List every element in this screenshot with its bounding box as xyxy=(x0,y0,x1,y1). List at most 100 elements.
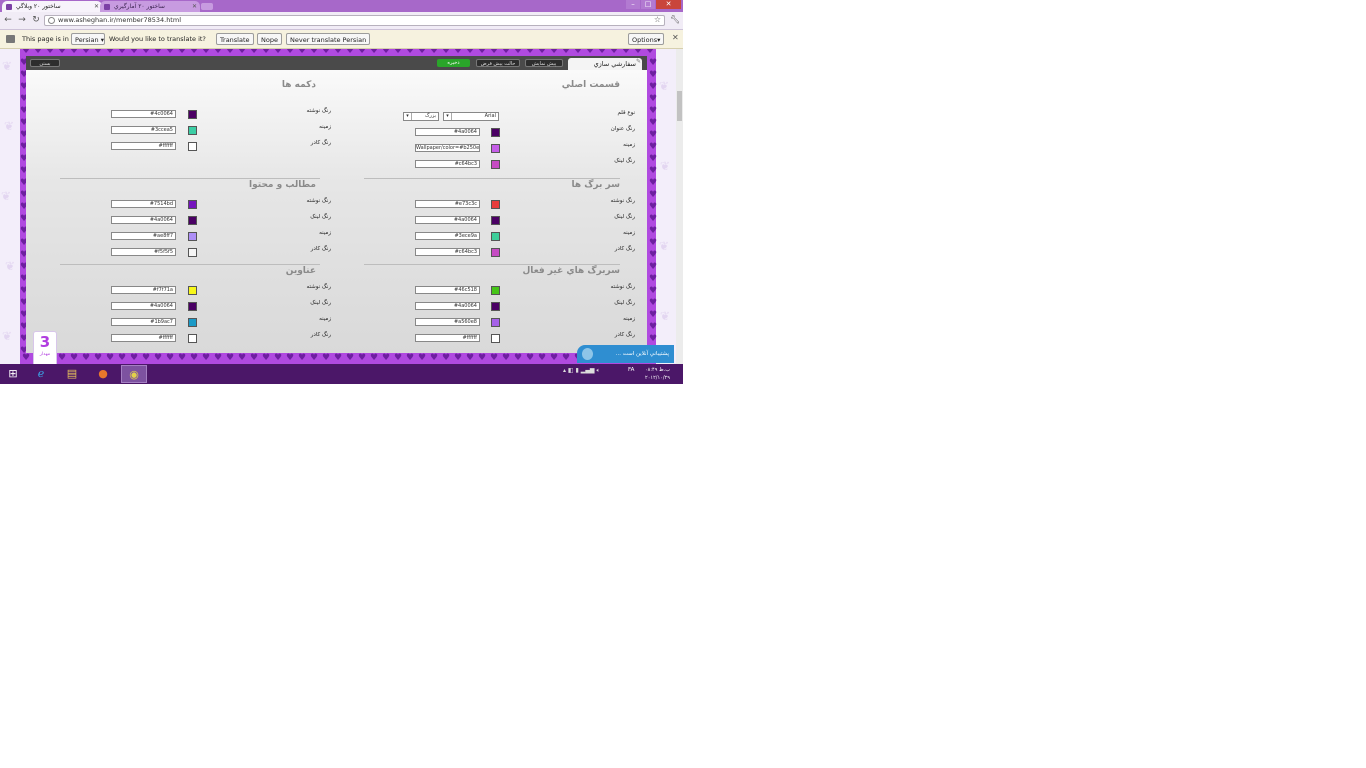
close-window-button[interactable]: ✕ xyxy=(656,0,681,9)
language-indicator[interactable]: FA xyxy=(628,367,634,374)
firefox-icon[interactable]: ● xyxy=(90,365,116,383)
system-tray-icons[interactable]: ▴ ◧ ▮ ▂▄▆ 🔈︎ xyxy=(563,367,600,375)
clock[interactable]: ۰۸:۴۹ ب.ظ ۲۰۱۲/۱۰/۲۹ xyxy=(645,366,670,382)
heart-decoration-icon: ♥ xyxy=(310,353,319,363)
color-swatch[interactable] xyxy=(491,318,500,327)
color-value-input[interactable]: #a560e8 xyxy=(415,318,480,326)
translate-button[interactable]: Translate xyxy=(216,33,254,45)
color-swatch[interactable] xyxy=(491,286,500,295)
file-explorer-icon[interactable]: ▤ xyxy=(59,365,85,383)
color-value-input[interactable]: #f5f5f5 xyxy=(111,248,176,256)
color-swatch[interactable] xyxy=(491,200,500,209)
color-swatch[interactable] xyxy=(188,200,197,209)
save-button[interactable]: ﺫﺧﻴﺮﻩ xyxy=(437,59,470,67)
color-value-input[interactable]: #ffffff xyxy=(415,334,480,342)
color-swatch[interactable] xyxy=(188,126,197,135)
color-value-input[interactable]: #3ece9a xyxy=(415,232,480,240)
back-icon[interactable]: ← xyxy=(3,15,13,25)
maximize-button[interactable]: □ xyxy=(641,0,655,9)
color-swatch[interactable] xyxy=(188,110,197,119)
heart-decoration-icon: ♥ xyxy=(502,353,511,363)
color-value-input[interactable]: #ffffff xyxy=(111,142,176,150)
color-swatch[interactable] xyxy=(188,216,197,225)
color-swatch[interactable] xyxy=(491,232,500,241)
color-value-input[interactable]: #4c0064 xyxy=(111,110,176,118)
color-value-input[interactable]: #7514bd xyxy=(111,200,176,208)
color-swatch[interactable] xyxy=(188,248,197,257)
color-value-input[interactable]: #4a0064 xyxy=(111,216,176,224)
nope-button[interactable]: Nope xyxy=(257,33,282,45)
heart-decoration-icon: ♥ xyxy=(649,106,658,116)
color-swatch[interactable] xyxy=(491,248,500,257)
heart-decoration-icon: ♥ xyxy=(550,49,559,56)
color-swatch[interactable] xyxy=(188,318,197,327)
color-swatch[interactable] xyxy=(188,334,197,343)
color-swatch[interactable] xyxy=(188,302,197,311)
heart-decoration-icon: ♥ xyxy=(238,353,247,363)
color-value-input[interactable]: Wallpaper/color=#b250e0 xyxy=(415,144,480,152)
heart-decoration-icon: ♥ xyxy=(382,49,391,56)
color-value-input[interactable]: #c64bc3 xyxy=(415,160,480,168)
never-translate-button[interactable]: Never translate Persian xyxy=(286,33,371,45)
color-value-input[interactable]: #46c518 xyxy=(415,286,480,294)
divider xyxy=(60,264,320,265)
heart-decoration-icon: ♥ xyxy=(358,49,367,56)
color-value-input[interactable]: #c64bc3 xyxy=(415,248,480,256)
color-value-input[interactable]: #ffffff xyxy=(111,334,176,342)
bookmark-star-icon[interactable]: ☆ xyxy=(654,15,661,24)
tab-customize[interactable]: ﺳﻔﺎﺭﺷﻲ ﺳﺎﺯﻱ ✎ xyxy=(568,58,642,70)
color-swatch[interactable] xyxy=(491,216,500,225)
heart-decoration-icon: ♥ xyxy=(649,226,658,236)
new-tab-button[interactable] xyxy=(201,3,213,10)
color-value-input[interactable]: #4a0064 xyxy=(415,128,480,136)
color-swatch[interactable] xyxy=(188,142,197,151)
color-field-label: ﺭﻧﮓ ﻧﻮﺷﺘﻪ xyxy=(610,284,635,290)
color-swatch[interactable] xyxy=(188,286,197,295)
color-value-input[interactable]: #ae8ff7 xyxy=(111,232,176,240)
heart-decoration-icon: ♥ xyxy=(550,353,559,363)
preview-button[interactable]: ﭘﻴﺶ ﻧﻤﺎﻳﺶ xyxy=(525,59,563,67)
rank-badge[interactable]: 3 ﻣﻬﺪﺍﺭ xyxy=(33,331,57,364)
color-value-input[interactable]: #4a0064 xyxy=(111,302,176,310)
close-tab-icon[interactable]: ✕ xyxy=(192,1,197,12)
color-swatch[interactable] xyxy=(491,334,500,343)
chrome-icon[interactable]: ◉ xyxy=(121,365,147,383)
color-swatch[interactable] xyxy=(491,128,500,137)
close-tab-icon[interactable]: ✕ xyxy=(94,1,99,12)
heart-decoration-icon: ♥ xyxy=(649,142,658,152)
minimize-button[interactable]: – xyxy=(626,0,640,9)
internet-explorer-icon[interactable]: ℯ xyxy=(28,365,54,383)
panel-close-button[interactable]: ﺑﺴﺘﻦ xyxy=(30,59,60,67)
heart-decoration-icon: ♥ xyxy=(649,130,658,140)
browser-tab[interactable]: ﺳﺎﺧﺘﻮﺭ ۲۰ ﺁﻣﺎﺭﮔﻴﺮﻱ ✕ xyxy=(100,1,200,12)
color-value-input[interactable]: #1b9ac7 xyxy=(111,318,176,326)
wrench-icon[interactable]: 🔧︎ xyxy=(670,15,680,24)
color-value-input[interactable]: #e73c3c xyxy=(415,200,480,208)
color-value-input[interactable]: #3ccea5 xyxy=(111,126,176,134)
color-value-input[interactable]: #4a0064 xyxy=(415,216,480,224)
color-swatch[interactable] xyxy=(491,160,500,169)
reload-icon[interactable]: ↻ xyxy=(31,15,41,25)
forward-icon[interactable]: → xyxy=(17,15,27,25)
color-value-input[interactable]: #f7f71a xyxy=(111,286,176,294)
start-button-icon[interactable]: ⊞ xyxy=(0,365,26,383)
size-select[interactable]: ▾ ﺑﺰﺭگ xyxy=(403,112,439,121)
browser-tab-active[interactable]: ﺳﺎﺧﺘﻮﺭ ۲۰ ﻭﺑﻼﮔﻲ ✕ xyxy=(2,1,102,12)
color-swatch[interactable] xyxy=(491,302,500,311)
language-value: Persian xyxy=(75,36,99,44)
heart-decoration-icon: ♥ xyxy=(214,49,223,56)
heart-decoration-icon: ♥ xyxy=(82,353,91,363)
address-bar[interactable]: www.asheghan.ir/member78534.html ☆ xyxy=(44,15,665,26)
default-button[interactable]: ﺣﺎﻟﺖ ﭘﻴﺶ ﻓﺮﺽ xyxy=(476,59,520,67)
font-select[interactable]: ▾ Arial xyxy=(443,112,499,121)
color-swatch[interactable] xyxy=(491,144,500,153)
options-button[interactable]: Options▾ xyxy=(628,33,665,45)
close-infobar-icon[interactable]: ✕ xyxy=(672,33,679,42)
color-swatch[interactable] xyxy=(188,232,197,241)
scrollbar-thumb[interactable] xyxy=(677,91,682,121)
page-scrollbar[interactable] xyxy=(676,49,683,364)
support-chat-widget[interactable]: ﭘﺸﺘﻴﺒﺎﻧﻲ ﺁﻧﻼﻳﻦ ﺍﺳﺖ ... xyxy=(577,345,674,363)
language-select[interactable]: Persian ▾ xyxy=(71,33,105,45)
color-value-input[interactable]: #4a0064 xyxy=(415,302,480,310)
heart-decoration-icon: ♥ xyxy=(118,353,127,363)
